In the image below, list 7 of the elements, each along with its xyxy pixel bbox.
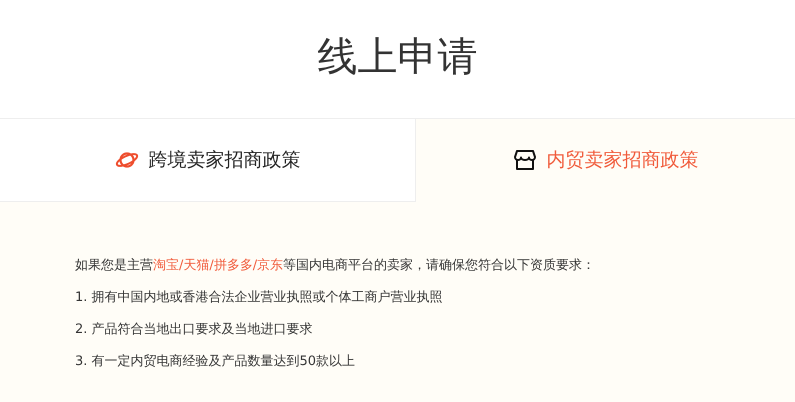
store-icon: [512, 148, 536, 172]
policy-tab[interactable]: 跨境卖家招商政策: [0, 119, 416, 202]
requirement-text: 1. 拥有中国内地或香港合法企业营业执照或个体工商户营业执照: [75, 289, 444, 306]
requirement-text: 3. 有一定内贸电商经验及产品数量达到50款以上: [75, 353, 356, 370]
intro-text: 如果您是主营淘宝/天猫/拼多多/京东等国内电商平台的卖家，请确保您符合以下资质要求：: [75, 257, 596, 274]
page-title: 线上申请: [316, 32, 478, 82]
requirement-text: 2. 产品符合当地出口要求及当地进口要求: [75, 321, 314, 338]
